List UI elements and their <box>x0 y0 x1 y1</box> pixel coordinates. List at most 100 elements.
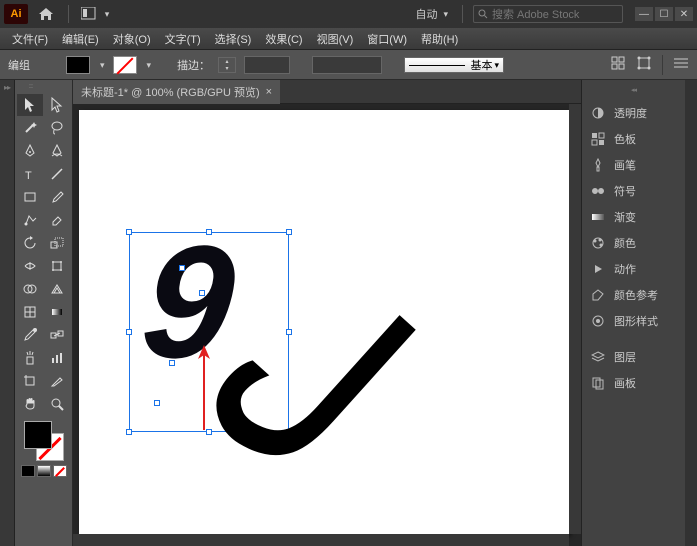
stroke-dropdown[interactable] <box>145 59 152 71</box>
panel-color-guide[interactable]: 颜色参考 <box>582 282 685 308</box>
curvature-tool[interactable] <box>44 140 70 162</box>
selection-handle[interactable] <box>126 429 132 435</box>
panel-grip[interactable]: ◂◂ <box>582 86 685 94</box>
artboards-icon <box>590 375 606 391</box>
gradient-mode[interactable] <box>37 465 51 477</box>
selection-handle[interactable] <box>126 229 132 235</box>
menu-type[interactable]: 文字(T) <box>159 29 207 49</box>
selection-handle[interactable] <box>286 229 292 235</box>
panel-swatches[interactable]: 色板 <box>582 126 685 152</box>
shape-builder-tool[interactable] <box>17 278 43 300</box>
canvas[interactable]: 9 ل <box>73 104 581 546</box>
zoom-tool[interactable] <box>44 393 70 415</box>
menu-select[interactable]: 选择(S) <box>209 29 258 49</box>
panel-artboards[interactable]: 画板 <box>582 370 685 396</box>
stroke-weight-stepper[interactable]: ▴▾ <box>218 57 236 73</box>
menu-window[interactable]: 窗口(W) <box>361 29 413 49</box>
mesh-tool[interactable] <box>17 301 43 323</box>
perspective-grid-tool[interactable] <box>44 278 70 300</box>
selection-handle[interactable] <box>126 329 132 335</box>
annotation-arrow <box>189 345 219 435</box>
panel-label: 透明度 <box>614 105 647 121</box>
scale-tool[interactable] <box>44 232 70 254</box>
actions-icon <box>590 261 606 277</box>
anchor-point[interactable] <box>154 400 160 406</box>
selection-handle[interactable] <box>206 229 212 235</box>
menu-edit[interactable]: 编辑(E) <box>56 29 105 49</box>
menu-view[interactable]: 视图(V) <box>311 29 360 49</box>
document-tab[interactable]: 未标题-1* @ 100% (RGB/GPU 预览) × <box>73 80 280 104</box>
symbol-sprayer-tool[interactable] <box>17 347 43 369</box>
horizontal-scrollbar[interactable] <box>73 534 569 546</box>
fill-stroke-indicator[interactable] <box>24 421 64 461</box>
slice-tool[interactable] <box>44 370 70 392</box>
minimize-button[interactable]: — <box>635 7 653 21</box>
brush-definition-dropdown[interactable] <box>312 56 382 74</box>
column-graph-tool[interactable] <box>44 347 70 369</box>
rotate-tool[interactable] <box>17 232 43 254</box>
panel-layers[interactable]: 图层 <box>582 344 685 370</box>
pen-tool[interactable] <box>17 140 43 162</box>
artboard[interactable]: 9 ل <box>79 110 569 534</box>
gradient-tool[interactable] <box>44 301 70 323</box>
maximize-button[interactable]: ☐ <box>655 7 673 21</box>
fill-swatch[interactable] <box>66 56 90 74</box>
direct-selection-tool[interactable] <box>44 94 70 116</box>
lasso-tool[interactable] <box>44 117 70 139</box>
panel-transparency[interactable]: 透明度 <box>582 100 685 126</box>
stroke-swatch[interactable] <box>113 56 137 74</box>
symbols-icon <box>590 183 606 199</box>
menu-help[interactable]: 帮助(H) <box>415 29 464 49</box>
anchor-point[interactable] <box>169 360 175 366</box>
shaper-tool[interactable] <box>17 209 43 231</box>
home-button[interactable] <box>32 4 60 24</box>
artboard-tool[interactable] <box>17 370 43 392</box>
anchor-point[interactable] <box>179 265 185 271</box>
panel-grip[interactable]: :::::: <box>29 84 59 90</box>
selection-tool[interactable] <box>17 94 43 116</box>
workspace-switcher[interactable]: 自动 <box>411 6 452 22</box>
options-menu-icon[interactable] <box>673 55 689 71</box>
none-mode[interactable] <box>53 465 67 477</box>
panel-symbols[interactable]: 符号 <box>582 178 685 204</box>
panel-brushes[interactable]: 画笔 <box>582 152 685 178</box>
fill-indicator[interactable] <box>24 421 52 449</box>
transform-panel-icon[interactable] <box>636 55 652 71</box>
menu-effect[interactable]: 效果(C) <box>259 29 308 49</box>
vertical-scrollbar[interactable] <box>569 104 581 534</box>
close-button[interactable]: ✕ <box>675 7 693 21</box>
line-tool[interactable] <box>44 163 70 185</box>
panel-graphic-styles[interactable]: 图形样式 <box>582 308 685 334</box>
free-transform-tool[interactable] <box>44 255 70 277</box>
hand-tool[interactable] <box>17 393 43 415</box>
menu-file[interactable]: 文件(F) <box>6 29 54 49</box>
panel-color[interactable]: 颜色 <box>582 230 685 256</box>
right-edge-strip[interactable] <box>685 80 697 546</box>
type-tool[interactable]: T <box>17 163 43 185</box>
menu-bar: 文件(F) 编辑(E) 对象(O) 文字(T) 选择(S) 效果(C) 视图(V… <box>0 28 697 50</box>
panel-label: 图层 <box>614 349 636 365</box>
width-tool[interactable] <box>17 255 43 277</box>
blend-tool[interactable] <box>44 324 70 346</box>
rectangle-tool[interactable] <box>17 186 43 208</box>
stock-search-input[interactable]: 搜索 Adobe Stock <box>473 5 623 23</box>
stroke-weight-field[interactable] <box>244 56 290 74</box>
search-placeholder: 搜索 Adobe Stock <box>492 6 579 22</box>
panel-actions[interactable]: 动作 <box>582 256 685 282</box>
panel-gradient[interactable]: 渐变 <box>582 204 685 230</box>
anchor-point[interactable] <box>199 290 205 296</box>
panel-collapse-strip[interactable]: ▸▸ <box>0 80 15 546</box>
paintbrush-tool[interactable] <box>44 186 70 208</box>
fill-dropdown[interactable] <box>98 59 105 71</box>
arrange-docs-button[interactable] <box>77 4 113 24</box>
align-panel-icon[interactable] <box>610 55 626 71</box>
menu-object[interactable]: 对象(O) <box>107 29 157 49</box>
close-tab-icon[interactable]: × <box>266 86 272 98</box>
color-mode[interactable] <box>21 465 35 477</box>
document-tab-strip: 未标题-1* @ 100% (RGB/GPU 预览) × <box>73 80 581 104</box>
eraser-tool[interactable] <box>44 209 70 231</box>
magic-wand-tool[interactable] <box>17 117 43 139</box>
graphic-style-dropdown[interactable]: 基本 <box>404 57 504 73</box>
eyedropper-tool[interactable] <box>17 324 43 346</box>
panel-label: 色板 <box>614 131 636 147</box>
